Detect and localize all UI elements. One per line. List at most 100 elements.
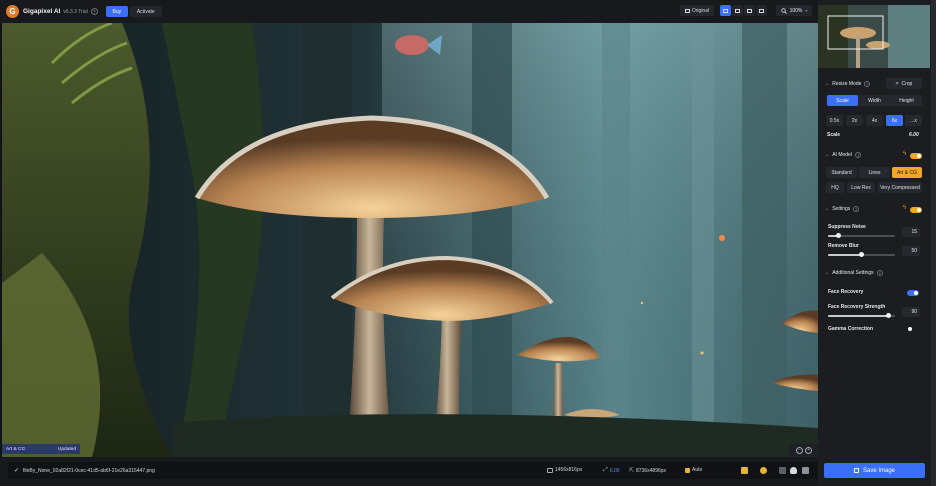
ai-model-toggle[interactable] bbox=[910, 153, 922, 159]
slider-knob[interactable] bbox=[835, 233, 841, 238]
face-recovery-strength-label: Face Recovery Strength bbox=[828, 304, 886, 310]
model-lines[interactable]: Lines bbox=[859, 167, 890, 178]
single-view-button[interactable] bbox=[720, 5, 731, 16]
model-standard[interactable]: Standard bbox=[826, 167, 857, 178]
checkmark-icon[interactable]: ✓ bbox=[14, 467, 19, 474]
face-recovery-strength-slider[interactable] bbox=[828, 313, 895, 318]
zoom-level-select[interactable]: 100% ▾ bbox=[776, 5, 812, 16]
bottom-bar: ✓ fileBy_None_02a82f21-0cec-41d5-ab6f-21… bbox=[0, 457, 818, 486]
slider-knob[interactable] bbox=[885, 313, 891, 318]
help-icon[interactable]: ? bbox=[90, 8, 98, 15]
navigator-thumbnail[interactable] bbox=[818, 5, 930, 68]
scale-value[interactable]: 6.00 bbox=[909, 132, 919, 138]
model-tag-label: Art & CG bbox=[6, 446, 26, 452]
tab-scale[interactable]: Scale bbox=[827, 95, 858, 106]
image-canvas[interactable] bbox=[2, 23, 818, 457]
help-icon[interactable]: ? bbox=[876, 270, 883, 276]
chevron-down-icon: ⌄ bbox=[825, 206, 830, 212]
top-bar: G Gigapixel AI v6.3.3 Trial ? Buy Activa… bbox=[0, 0, 818, 23]
auto-icon bbox=[685, 467, 690, 473]
scale-option-4x[interactable]: 4x bbox=[866, 115, 883, 126]
additional-settings-header[interactable]: ⌄ Additional Settings ? bbox=[825, 270, 883, 276]
face-recovery-strength-value[interactable]: 90 bbox=[902, 307, 920, 317]
split-view-icon bbox=[735, 8, 740, 13]
output-size-stat: ⇱ 8736x4896px bbox=[629, 467, 667, 475]
help-icon[interactable]: ? bbox=[864, 81, 871, 87]
remove-blur-slider[interactable] bbox=[828, 252, 895, 257]
tab-height[interactable]: Height bbox=[891, 95, 922, 106]
input-size-stat: 1456x816px bbox=[547, 467, 582, 473]
model-low-res[interactable]: Low Res bbox=[847, 182, 875, 193]
original-label: Original bbox=[691, 7, 710, 14]
model-art-cg[interactable]: Art & CG bbox=[892, 167, 922, 178]
split-view-button[interactable] bbox=[732, 5, 743, 16]
settings-header[interactable]: ⌄ Settings ? bbox=[825, 206, 860, 212]
remove-blur-value[interactable]: 50 bbox=[902, 246, 920, 256]
auto-label: Auto bbox=[692, 467, 703, 473]
scale-factor: 6.00 bbox=[609, 467, 620, 474]
chevron-down-icon: ▾ bbox=[805, 8, 808, 13]
model-hq[interactable]: HQ bbox=[826, 182, 844, 193]
face-recovery-toggle[interactable] bbox=[907, 290, 919, 296]
side-by-side-view-button[interactable] bbox=[744, 5, 755, 16]
scale-option-custom[interactable]: ...x bbox=[905, 115, 922, 126]
save-image-button[interactable]: Save Image bbox=[824, 463, 925, 478]
face-icon[interactable] bbox=[760, 467, 767, 474]
settings-title: Settings bbox=[832, 206, 851, 212]
suppress-noise-slider[interactable] bbox=[828, 233, 895, 238]
model-tag-status: Updated bbox=[57, 446, 76, 452]
buy-button[interactable]: Buy bbox=[105, 6, 128, 17]
lightning-icon: ϟ bbox=[903, 205, 907, 211]
output-arrow-icon: ⇱ bbox=[629, 468, 635, 474]
gamma-correction-label: Gamma Correction bbox=[828, 326, 874, 332]
scale-option-2x[interactable]: 2x bbox=[846, 115, 863, 126]
panel-scrollbar[interactable] bbox=[931, 0, 936, 486]
crop-button[interactable]: ⌗ Crop bbox=[886, 78, 922, 89]
lightning-icon: ϟ bbox=[903, 151, 907, 157]
slider-fill bbox=[828, 315, 889, 317]
slider-knob[interactable] bbox=[859, 252, 864, 257]
original-toggle-button[interactable]: Original bbox=[680, 5, 714, 16]
expand-icon: ⤢ bbox=[603, 467, 608, 473]
help-icon[interactable]: ? bbox=[853, 206, 860, 212]
chevron-down-icon: ⌄ bbox=[825, 81, 830, 87]
chevron-down-icon: ⌄ bbox=[825, 152, 830, 158]
canvas-zoom-controls: − + bbox=[790, 444, 818, 456]
input-size: 1456x816px bbox=[555, 467, 583, 473]
thumbnail-image bbox=[818, 5, 930, 68]
grid-view-button[interactable] bbox=[756, 5, 767, 16]
file-name: fileBy_None_02a82f21-0cec-41d5-ab6f-21e2… bbox=[23, 467, 155, 474]
zoom-in-icon[interactable]: + bbox=[805, 446, 812, 454]
preview-icon[interactable] bbox=[741, 467, 748, 474]
scale-label: Scale bbox=[827, 132, 841, 138]
face-recovery-label: Face Recovery bbox=[828, 289, 864, 295]
resize-mode-title: Resize Mode bbox=[832, 81, 862, 87]
activate-button[interactable]: Activate bbox=[129, 6, 162, 17]
output-size: 8736x4896px bbox=[636, 467, 667, 474]
info-icon[interactable] bbox=[779, 467, 786, 474]
auto-stat[interactable]: Auto bbox=[685, 467, 702, 473]
single-view-icon bbox=[723, 8, 728, 13]
resize-mode-header[interactable]: ⌄ Resize Mode ? bbox=[825, 81, 871, 87]
gamma-correction-toggle[interactable] bbox=[907, 326, 919, 332]
ai-model-header[interactable]: ⌄ AI Model ? bbox=[825, 152, 861, 158]
tab-width[interactable]: Width bbox=[859, 95, 890, 106]
model-very-compressed[interactable]: Very Compressed bbox=[878, 182, 922, 193]
slider-fill bbox=[828, 254, 862, 256]
user-icon[interactable] bbox=[790, 467, 797, 474]
zoom-out-icon[interactable]: − bbox=[796, 446, 803, 454]
scale-stat: ⤢ 6.00 bbox=[603, 467, 620, 474]
crop-icon: ⌗ bbox=[895, 80, 899, 87]
ai-model-title: AI Model bbox=[832, 152, 852, 158]
zoom-level: 100% bbox=[789, 7, 803, 14]
suppress-noise-value[interactable]: 15 bbox=[902, 227, 920, 237]
model-status-tag: Art & CG Updated bbox=[2, 444, 80, 454]
image-size-icon bbox=[547, 467, 553, 473]
help-icon[interactable]: ? bbox=[854, 152, 861, 158]
save-icon bbox=[853, 468, 859, 473]
settings-toggle[interactable] bbox=[910, 207, 922, 213]
trash-icon[interactable] bbox=[802, 467, 809, 474]
scale-option-0-5x[interactable]: 0.5x bbox=[826, 115, 843, 126]
scale-option-6x[interactable]: 6x bbox=[886, 115, 903, 126]
view-mode-group bbox=[720, 5, 767, 16]
